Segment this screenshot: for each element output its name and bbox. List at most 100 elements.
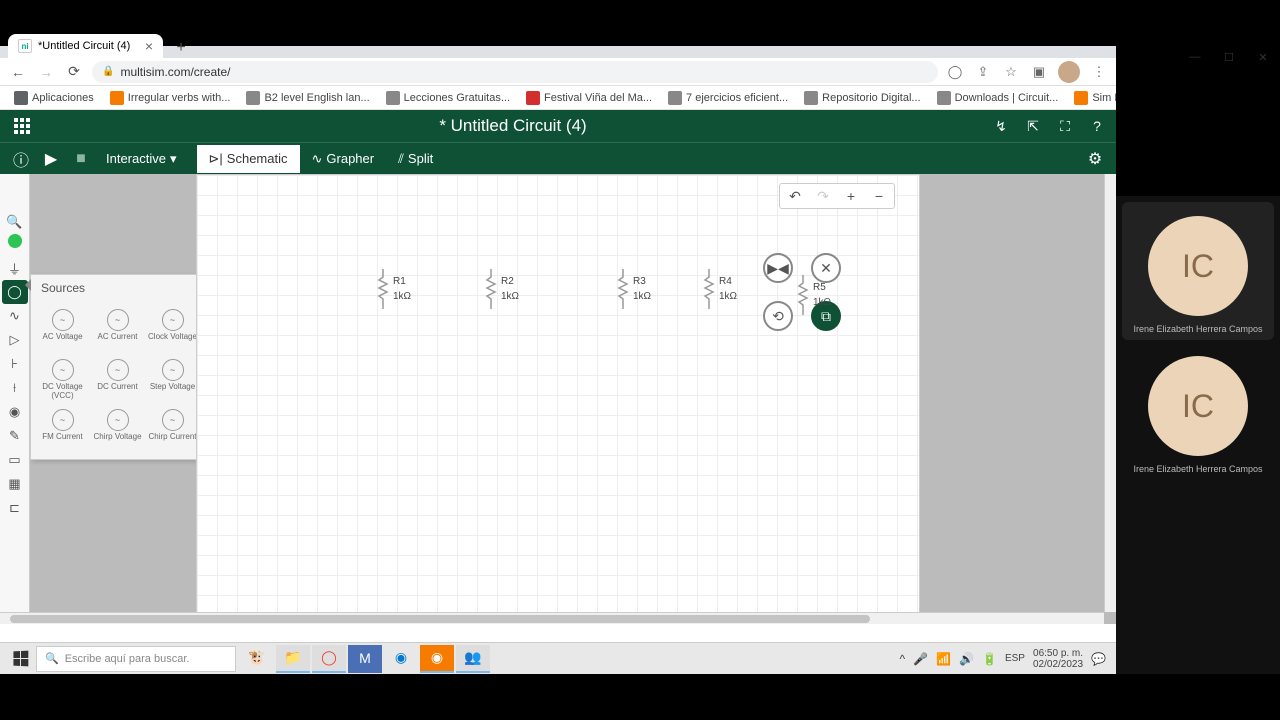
app-launcher-button[interactable] [10,114,34,138]
digital-tool[interactable]: ▭ [2,448,28,472]
flip-horizontal-button[interactable]: ▶◀ [763,253,793,283]
new-tab-button[interactable]: + [171,38,191,58]
taskbar-search[interactable]: 🔍 Escribe aquí para buscar. [36,646,236,672]
redo-button[interactable]: ↷ [810,186,836,206]
tray-mic-icon[interactable]: 🎤 [913,652,928,666]
tab-schematic[interactable]: ⊳| Schematic [197,145,300,173]
annotation-indicator[interactable] [8,234,22,248]
bookmark-item[interactable]: B2 level English lan... [240,89,375,107]
bookmark-item[interactable]: Repositorio Digital... [798,89,926,107]
tray-wifi-icon[interactable]: 📶 [936,652,951,666]
simulation-mode-select[interactable]: Interactive ▾ [98,151,185,167]
browser-tab[interactable]: ni *Untitled Circuit (4) × [8,34,163,58]
source-component[interactable]: ~FM Current [35,405,90,455]
source-icon: ~ [52,359,74,381]
profile-avatar[interactable] [1058,61,1080,83]
close-window-button[interactable]: ✕ [1246,46,1280,68]
indicator-tool[interactable]: ◉ [2,400,28,424]
resistor-component[interactable]: R51kΩ [797,275,831,315]
task-edge[interactable]: ◉ [384,645,418,673]
misc-tool[interactable]: ▦ [2,472,28,496]
forward-button[interactable]: → [36,62,56,82]
bookmark-item[interactable]: Sim Bookville: Misió... [1068,89,1116,107]
probe-tool[interactable]: ✎ [2,424,28,448]
bookmark-item[interactable]: 7 ejercicios eficient... [662,89,794,107]
google-lens-icon[interactable]: ◯ [946,63,964,81]
reload-button[interactable]: ⟳ [64,62,84,82]
ground-tool[interactable]: ⏚ [2,256,28,280]
task-app-1[interactable]: 🐮 [240,645,274,673]
resistor-component[interactable]: R21kΩ [485,269,519,309]
teams-participant-tile[interactable]: IC Irene Elizabeth Herrera Campos [1122,202,1274,340]
export-icon[interactable]: ⇱ [1024,117,1042,135]
connectivity-icon[interactable]: ↯ [992,117,1010,135]
schematic-canvas[interactable]: ↶ ↷ + − ▶◀ ✕ ⟲ ⧉ R11kΩR21kΩR31kΩR41kΩR51… [196,174,920,614]
resistor-component[interactable]: R41kΩ [703,269,737,309]
bookmark-item[interactable]: Irregular verbs with... [104,89,237,107]
extensions-icon[interactable]: ▣ [1030,63,1048,81]
bookmark-item[interactable]: Downloads | Circuit... [931,89,1065,107]
bookmark-star-icon[interactable]: ☆ [1002,63,1020,81]
tab-split[interactable]: ⫽ Split [386,145,445,173]
search-tool[interactable]: 🔍 [2,210,28,234]
analog-tool[interactable]: ⟊ [2,376,28,400]
tray-battery-icon[interactable]: 🔋 [982,652,997,666]
source-component[interactable]: ~Chirp Voltage [90,405,145,455]
source-component[interactable]: ~Chirp Current [145,405,200,455]
info-button[interactable]: ⓘ [8,146,34,172]
vertical-scrollbar[interactable] [1104,174,1116,612]
close-tab-icon[interactable]: × [145,38,153,54]
task-teams[interactable]: 👥 [456,645,490,673]
undo-button[interactable]: ↶ [782,186,808,206]
source-component[interactable]: ~AC Voltage [35,305,90,355]
bookmark-item[interactable]: Festival Viña del Ma... [520,89,658,107]
bookmark-favicon-icon [14,91,28,105]
bookmark-favicon-icon [937,91,951,105]
tray-lang[interactable]: ESP [1005,653,1025,664]
back-button[interactable]: ← [8,62,28,82]
minimize-button[interactable]: — [1178,46,1212,68]
task-chrome[interactable]: ◯ [312,645,346,673]
tray-clock[interactable]: 06:50 p. m. 02/02/2023 [1033,648,1083,670]
horizontal-scrollbar[interactable] [0,612,1104,624]
source-component[interactable]: ~Clock Voltage [145,305,200,355]
connector-tool[interactable]: ⊏ [2,496,28,520]
schematic-icon: ⊳| [209,151,223,167]
windows-taskbar: 🔍 Escribe aquí para buscar. 🐮 📁 ◯ M ◉ ◉ … [0,642,1116,674]
settings-button[interactable]: ⚙ [1082,146,1108,172]
source-component[interactable]: ~AC Current [90,305,145,355]
diode-tool[interactable]: ▷ [2,328,28,352]
teams-participant-tile[interactable]: IC Irene Elizabeth Herrera Campos [1116,346,1280,480]
zoom-out-button[interactable]: − [866,186,892,206]
help-icon[interactable]: ? [1088,117,1106,135]
transistor-tool[interactable]: ⊦ [2,352,28,376]
tab-grapher[interactable]: ∿ Grapher [300,145,387,173]
start-button[interactable] [4,645,36,673]
source-component[interactable]: ~DC Voltage (VCC) [35,355,90,405]
maximize-button[interactable]: ☐ [1212,46,1246,68]
zoom-in-button[interactable]: + [838,186,864,206]
tray-volume-icon[interactable]: 🔊 [959,652,974,666]
rotate-button[interactable]: ⟲ [763,301,793,331]
tray-chevron-icon[interactable]: ^ [900,652,906,666]
passive-tool[interactable]: ∿ [2,304,28,328]
task-app-orange[interactable]: ◉ [420,645,454,673]
task-multisim[interactable]: M [348,645,382,673]
source-component[interactable]: ~DC Current [90,355,145,405]
tray-notifications-icon[interactable]: 💬 [1091,652,1106,666]
menu-icon[interactable]: ⋮ [1090,63,1108,81]
resistor-component[interactable]: R11kΩ [377,269,411,309]
sources-tool[interactable]: ◯ [2,280,28,304]
source-component[interactable]: ~Step Voltage [145,355,200,405]
bookmark-item[interactable]: Lecciones Gratuitas... [380,89,516,107]
share-icon[interactable]: ⇪ [974,63,992,81]
fullscreen-icon[interactable]: ⛶ [1056,117,1074,135]
task-explorer[interactable]: 📁 [276,645,310,673]
resistor-component[interactable]: R31kΩ [617,269,651,309]
play-button[interactable]: ▶ [38,146,64,172]
split-icon: ⫽ [398,151,404,167]
bookmark-item[interactable]: Aplicaciones [8,89,100,107]
stop-button[interactable]: ■ [68,146,94,172]
tab-title: *Untitled Circuit (4) [38,40,130,52]
url-field[interactable]: 🔒 multisim.com/create/ [92,61,938,83]
